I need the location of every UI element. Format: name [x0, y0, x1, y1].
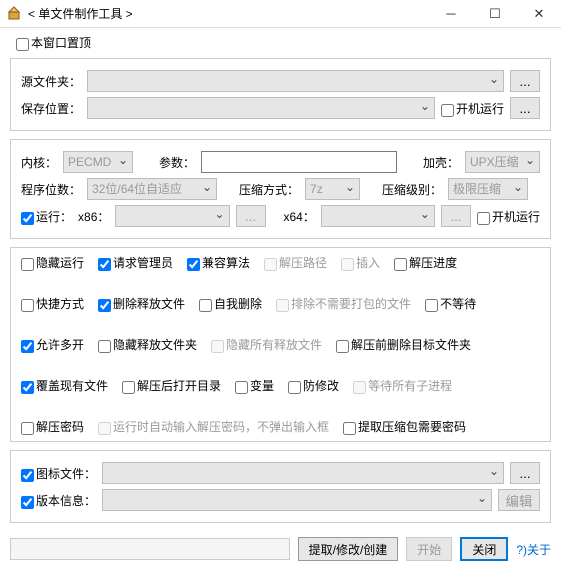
x86-browse-button: ... [236, 205, 266, 227]
icon-file-checkbox[interactable]: 图标文件： [21, 465, 96, 482]
maximize-button[interactable]: ☐ [473, 0, 517, 28]
source-folder-combo[interactable] [87, 70, 504, 92]
shell-select[interactable]: UPX压缩 [465, 151, 540, 173]
opt-auto-input-pwd: 运行时自动输入解压密码，不弹出输入框 [98, 418, 329, 435]
opt-extract-progress[interactable]: 解压进度 [394, 254, 457, 271]
boot-run-label-1: 开机运行 [456, 100, 504, 117]
opt-hide-release-folder[interactable]: 隐藏释放文件夹 [98, 336, 197, 353]
close-button[interactable]: ✕ [517, 0, 561, 28]
run-label: 运行： [36, 208, 72, 225]
save-location-label: 保存位置： [21, 100, 81, 117]
compress-method-label: 压缩方式： [239, 181, 299, 198]
titlebar: < 单文件制作工具 > ─ ☐ ✕ [0, 0, 561, 28]
save-location-combo[interactable] [87, 97, 435, 119]
x86-combo[interactable] [115, 205, 229, 227]
opt-wait-all-child: 等待所有子进程 [353, 377, 452, 394]
kernel-label: 内核： [21, 154, 57, 171]
bits-label: 程序位数： [21, 181, 81, 198]
minimize-button[interactable]: ─ [429, 0, 473, 28]
opt-overwrite-existing[interactable]: 覆盖现有文件 [21, 377, 108, 394]
opt-variable[interactable]: 变量 [235, 377, 274, 394]
boot-run-checkbox-1[interactable]: 开机运行 [441, 100, 504, 117]
opt-self-delete[interactable]: 自我删除 [199, 295, 262, 312]
status-bar [10, 538, 290, 560]
always-on-top-checkbox[interactable]: 本窗口置顶 [16, 34, 91, 51]
x64-browse-button: ... [441, 205, 471, 227]
opt-anti-modify[interactable]: 防修改 [288, 377, 339, 394]
compress-method-select[interactable]: 7z [305, 178, 360, 200]
opt-delete-release-files[interactable]: 删除释放文件 [98, 295, 185, 312]
params-input[interactable] [201, 151, 397, 173]
compress-level-label: 压缩级别： [382, 181, 442, 198]
boot-run-label-2: 开机运行 [492, 208, 540, 225]
opt-insert: 插入 [341, 254, 380, 271]
opt-hide-all-release-files: 隐藏所有释放文件 [211, 336, 322, 353]
opt-no-wait[interactable]: 不等待 [425, 295, 476, 312]
always-on-top-label: 本窗口置顶 [31, 34, 91, 51]
version-info-combo[interactable] [102, 489, 492, 511]
shell-label: 加壳： [423, 154, 459, 171]
opt-exclude-unneeded: 排除不需要打包的文件 [276, 295, 411, 312]
opt-request-admin[interactable]: 请求管理员 [98, 254, 173, 271]
window-title: < 单文件制作工具 > [28, 5, 133, 22]
bits-select[interactable]: 32位/64位自适应 [87, 178, 217, 200]
panel-options: 隐藏运行 请求管理员 兼容算法 解压路径 插入 解压进度 快捷方式 删除释放文件… [10, 247, 551, 442]
start-button: 开始 [406, 537, 452, 561]
opt-compat-algo[interactable]: 兼容算法 [187, 254, 250, 271]
panel-resource: 图标文件： ... 版本信息： 编辑 [10, 450, 551, 523]
about-link[interactable]: ?)关于 [516, 541, 551, 558]
panel-source: 源文件夹： ... 保存位置： 开机运行 ... [10, 58, 551, 131]
save-browse-button[interactable]: ... [510, 97, 540, 119]
opt-extract-password[interactable]: 解压密码 [21, 418, 84, 435]
icon-file-combo[interactable] [102, 462, 504, 484]
app-icon [6, 6, 22, 22]
compress-level-select[interactable]: 极限压缩 [448, 178, 528, 200]
version-info-label: 版本信息： [36, 492, 96, 509]
opt-shortcut[interactable]: 快捷方式 [21, 295, 84, 312]
x64-combo[interactable] [321, 205, 435, 227]
opt-hide-run[interactable]: 隐藏运行 [21, 254, 84, 271]
panel-settings: 内核： PECMD 参数： 加壳： UPX压缩 程序位数： 32位/64位自适应… [10, 139, 551, 239]
opt-delete-target-before[interactable]: 解压前删除目标文件夹 [336, 336, 471, 353]
opt-extract-path: 解压路径 [264, 254, 327, 271]
icon-browse-button[interactable]: ... [510, 462, 540, 484]
boot-run-checkbox-2[interactable]: 开机运行 [477, 208, 540, 225]
opt-extract-pkg-needs-pwd[interactable]: 提取压缩包需要密码 [343, 418, 466, 435]
run-checkbox[interactable]: 运行： [21, 208, 72, 225]
source-browse-button[interactable]: ... [510, 70, 540, 92]
extract-modify-create-button[interactable]: 提取/修改/创建 [298, 537, 399, 561]
version-edit-button: 编辑 [498, 489, 540, 511]
version-info-checkbox[interactable]: 版本信息： [21, 492, 96, 509]
x86-label: x86： [78, 208, 109, 225]
x64-label: x64： [284, 208, 315, 225]
icon-file-label: 图标文件： [36, 465, 96, 482]
kernel-select[interactable]: PECMD [63, 151, 133, 173]
close-button-bottom[interactable]: 关闭 [460, 537, 508, 561]
source-folder-label: 源文件夹： [21, 73, 81, 90]
bottom-bar: 提取/修改/创建 开始 关闭 ?)关于 [0, 531, 561, 567]
opt-allow-multi[interactable]: 允许多开 [21, 336, 84, 353]
params-label: 参数： [159, 154, 195, 171]
opt-open-dir-after[interactable]: 解压后打开目录 [122, 377, 221, 394]
